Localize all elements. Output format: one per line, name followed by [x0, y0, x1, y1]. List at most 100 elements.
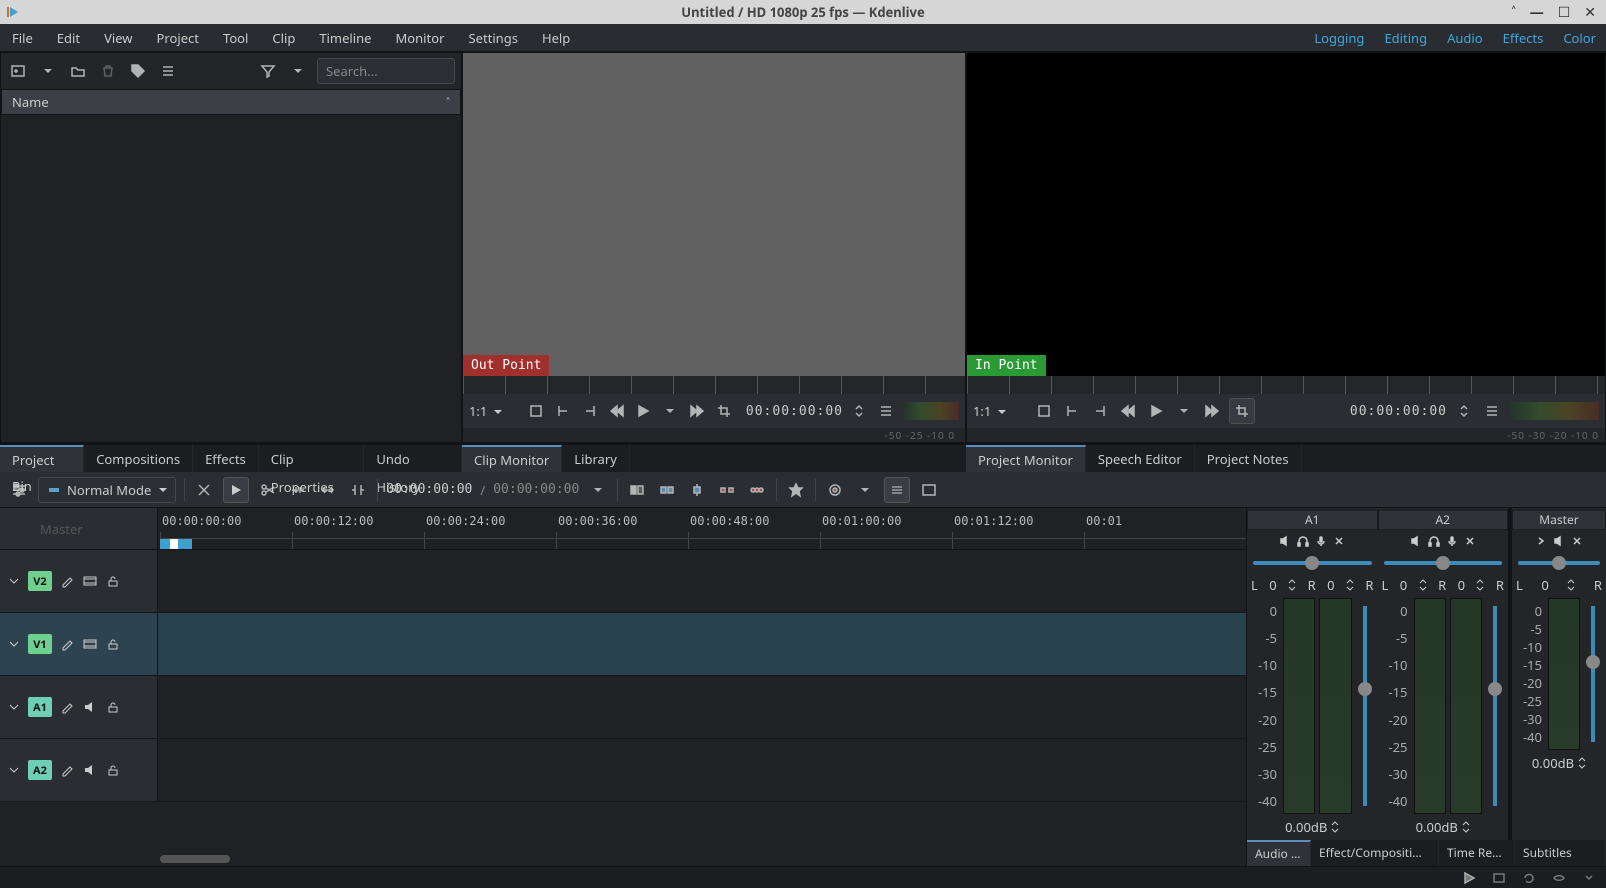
extract-icon[interactable] — [716, 479, 738, 501]
settings-icon[interactable] — [8, 479, 30, 501]
speaker-icon[interactable] — [82, 762, 98, 778]
playhead-handle[interactable] — [170, 539, 178, 549]
tab-project-monitor[interactable]: Project Monitor — [966, 445, 1086, 472]
maximize-icon[interactable]: ☐ — [1558, 3, 1571, 22]
minimize-icon[interactable]: ― — [1530, 3, 1544, 22]
lock-icon[interactable] — [106, 763, 120, 777]
favorite-icon[interactable] — [785, 479, 807, 501]
insert-icon[interactable] — [686, 479, 708, 501]
status-refresh-icon[interactable] — [1520, 869, 1538, 887]
tab-project-notes[interactable]: Project Notes — [1195, 445, 1302, 472]
lock-icon[interactable] — [106, 637, 120, 651]
bin-column-header[interactable]: Name ˄ — [1, 89, 461, 115]
collapse-icon[interactable] — [8, 575, 20, 587]
mix-icon[interactable] — [626, 479, 648, 501]
chevron-down-icon[interactable] — [660, 400, 681, 422]
zone-in-icon[interactable] — [526, 400, 547, 422]
volume-fader[interactable] — [1356, 598, 1374, 814]
effects-icon[interactable] — [1571, 535, 1583, 547]
tracks-area[interactable]: V2 V1 A1 A2 — [0, 550, 1246, 852]
track-label[interactable]: V1 — [28, 634, 52, 654]
lift-icon[interactable] — [746, 479, 768, 501]
track-label[interactable]: A2 — [28, 760, 52, 780]
balance-slider[interactable] — [1247, 552, 1378, 574]
clip-monitor-viewport[interactable]: Out Point — [463, 53, 965, 376]
track-compositing-icon[interactable] — [193, 479, 215, 501]
status-play-icon[interactable] — [1460, 869, 1478, 887]
timeline-preview-icon[interactable] — [884, 477, 910, 503]
headphones-icon[interactable] — [1297, 535, 1309, 547]
track-body[interactable] — [158, 676, 1246, 738]
track-head[interactable]: V1 — [0, 613, 158, 675]
overwrite-icon[interactable] — [656, 479, 678, 501]
film-icon[interactable] — [82, 573, 98, 589]
track-body[interactable] — [158, 613, 1246, 675]
speaker-icon[interactable] — [1279, 535, 1291, 547]
chevron-down-icon[interactable] — [854, 479, 876, 501]
track-head[interactable]: V2 — [0, 550, 158, 612]
chevron-down-icon[interactable] — [1173, 400, 1195, 422]
fullscreen-icon[interactable] — [918, 479, 940, 501]
tab-speech-editor[interactable]: Speech Editor — [1086, 445, 1195, 472]
tab-project-bin[interactable]: Project Bin — [0, 445, 84, 472]
menu-tool[interactable]: Tool — [211, 24, 260, 52]
track-v1[interactable]: V1 — [0, 613, 1246, 676]
speaker-icon[interactable] — [82, 699, 98, 715]
menu-timeline[interactable]: Timeline — [307, 24, 383, 52]
hamburger-icon[interactable] — [876, 400, 897, 422]
folder-add-icon[interactable] — [67, 60, 89, 82]
edit-icon[interactable] — [60, 637, 74, 651]
menu-view[interactable]: View — [92, 24, 144, 52]
track-label[interactable]: A1 — [28, 697, 52, 717]
track-a2[interactable]: A2 — [0, 739, 1246, 802]
balance-right-value[interactable]: 0 — [1458, 576, 1465, 594]
track-a1[interactable]: A1 — [0, 676, 1246, 739]
add-clip-icon[interactable] — [7, 60, 29, 82]
volume-fader[interactable] — [1584, 598, 1602, 750]
menu-monitor[interactable]: Monitor — [383, 24, 456, 52]
status-visibility-icon[interactable] — [1550, 869, 1568, 887]
gain-db[interactable]: 0.00dB — [1285, 818, 1327, 836]
clip-timecode[interactable]: 00:00:00:00 — [746, 404, 843, 419]
balance-slider[interactable] — [1378, 552, 1509, 574]
menu-help[interactable]: Help — [530, 24, 582, 52]
workspace-effects[interactable]: Effects — [1493, 24, 1554, 52]
balance-slider[interactable] — [1512, 552, 1606, 574]
balance-right-value[interactable]: 0 — [1327, 576, 1334, 594]
mic-icon[interactable] — [1446, 535, 1458, 547]
tab-compositions[interactable]: Compositions — [84, 445, 193, 472]
bin-empty-area[interactable] — [1, 115, 461, 442]
project-timecode[interactable]: 00:00:00:00 — [1350, 404, 1447, 419]
gain-db[interactable]: 0.00dB — [1532, 754, 1574, 772]
track-head[interactable]: A1 — [0, 676, 158, 738]
record-icon[interactable] — [824, 479, 846, 501]
hamburger-icon[interactable] — [157, 60, 179, 82]
tag-icon[interactable] — [127, 60, 149, 82]
zoom-select[interactable]: 1:1 — [973, 402, 1027, 420]
tab-clip-monitor[interactable]: Clip Monitor — [462, 445, 562, 472]
tab-audio-mixer[interactable]: Audio … — [1247, 840, 1311, 866]
track-label[interactable]: V2 — [28, 571, 52, 591]
status-more-icon[interactable] — [1580, 869, 1598, 887]
tab-subtitles[interactable]: Subtitles — [1515, 840, 1606, 866]
workspace-color[interactable]: Color — [1553, 24, 1606, 52]
razor-tool-icon[interactable] — [257, 479, 279, 501]
ripple-tool-icon[interactable] — [347, 479, 369, 501]
keep-above-icon[interactable]: ˄ — [1512, 3, 1516, 22]
chevron-down-icon[interactable] — [37, 60, 59, 82]
volume-fader[interactable] — [1486, 598, 1504, 814]
forward-icon[interactable] — [1201, 400, 1223, 422]
lock-icon[interactable] — [106, 700, 120, 714]
menu-file[interactable]: File — [0, 24, 45, 52]
edit-icon[interactable] — [60, 700, 74, 714]
chevron-down-icon[interactable] — [587, 479, 609, 501]
clip-monitor-ruler[interactable] — [463, 376, 965, 394]
project-monitor-viewport[interactable]: In Point — [967, 53, 1605, 376]
chevron-down-icon[interactable] — [287, 60, 309, 82]
set-in-icon[interactable] — [553, 400, 574, 422]
crop-icon[interactable] — [1229, 398, 1255, 424]
edit-icon[interactable] — [60, 763, 74, 777]
track-body[interactable] — [158, 550, 1246, 612]
workspace-logging[interactable]: Logging — [1304, 24, 1374, 52]
play-icon[interactable] — [1145, 400, 1167, 422]
